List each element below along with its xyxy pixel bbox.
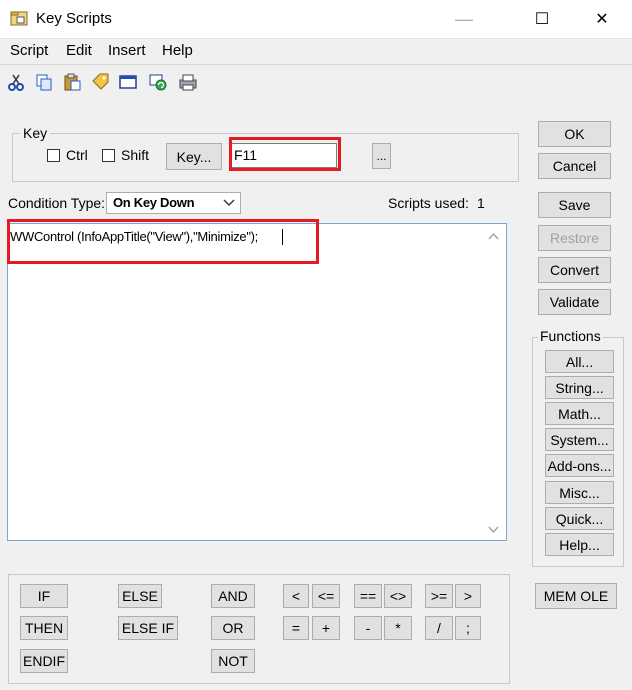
cancel-button[interactable]: Cancel — [538, 153, 611, 179]
op-elseif-button[interactable]: ELSE IF — [118, 616, 178, 640]
op-eq-button[interactable]: == — [354, 584, 382, 608]
convert-button[interactable]: Convert — [538, 257, 611, 283]
shift-label: Shift — [121, 147, 150, 163]
op-semicolon-button[interactable]: ; — [455, 616, 481, 640]
op-le-button[interactable]: <= — [312, 584, 340, 608]
ctrl-checkbox[interactable] — [47, 149, 60, 162]
shift-checkbox[interactable] — [102, 149, 115, 162]
op-div-button[interactable]: / — [425, 616, 453, 640]
key-button[interactable]: Key... — [166, 143, 222, 170]
ctrl-label: Ctrl — [66, 147, 88, 163]
op-if-button[interactable]: IF — [20, 584, 68, 608]
toolbar-separator — [0, 64, 632, 65]
condition-type-label: Condition Type: — [8, 195, 106, 211]
validate-button[interactable]: Validate — [538, 289, 611, 315]
script-editor[interactable] — [7, 223, 507, 541]
browse-button[interactable]: ... — [372, 143, 391, 169]
window-icon[interactable] — [118, 72, 138, 92]
window-title: Key Scripts — [36, 10, 112, 27]
op-and-button[interactable]: AND — [211, 584, 255, 608]
scripts-used-count: 1 — [477, 195, 485, 211]
op-lt-button[interactable]: < — [283, 584, 309, 608]
ok-button[interactable]: OK — [538, 121, 611, 147]
functions-help-button[interactable]: Help... — [545, 533, 614, 556]
chevron-down-icon — [223, 199, 235, 206]
mem-ole-button[interactable]: MEM OLE — [535, 583, 617, 609]
paste-icon[interactable] — [62, 72, 82, 92]
functions-system-button[interactable]: System... — [545, 428, 614, 451]
print-icon[interactable] — [178, 72, 198, 92]
op-gt-button[interactable]: > — [455, 584, 481, 608]
scroll-down-icon[interactable] — [488, 526, 499, 534]
op-or-button[interactable]: OR — [211, 616, 255, 640]
functions-misc-button[interactable]: Misc... — [545, 481, 614, 504]
op-then-button[interactable]: THEN — [20, 616, 68, 640]
functions-addons-button[interactable]: Add-ons... — [545, 454, 614, 477]
close-button[interactable]: ✕ — [578, 0, 626, 38]
op-mult-button[interactable]: * — [384, 616, 412, 640]
highlight-box-key — [229, 137, 341, 171]
scripts-used-label: Scripts used: — [388, 195, 469, 211]
menu-help[interactable]: Help — [162, 42, 193, 59]
refresh-icon[interactable] — [148, 72, 168, 92]
functions-label: Functions — [538, 328, 603, 344]
app-icon — [10, 11, 28, 26]
minimize-button[interactable]: — — [440, 0, 488, 38]
cut-icon[interactable] — [6, 72, 26, 92]
functions-quick-button[interactable]: Quick... — [545, 507, 614, 530]
functions-math-button[interactable]: Math... — [545, 402, 614, 425]
maximize-button[interactable]: ☐ — [518, 0, 566, 38]
restore-button[interactable]: Restore — [538, 225, 611, 251]
menu-script[interactable]: Script — [10, 42, 48, 59]
save-button[interactable]: Save — [538, 192, 611, 218]
op-minus-button[interactable]: - — [354, 616, 382, 640]
highlight-box-code — [7, 219, 319, 264]
op-not-button[interactable]: NOT — [211, 649, 255, 673]
menu-insert[interactable]: Insert — [108, 42, 146, 59]
op-assign-button[interactable]: = — [283, 616, 309, 640]
condition-type-value: On Key Down — [113, 195, 195, 210]
functions-string-button[interactable]: String... — [545, 376, 614, 399]
op-else-button[interactable]: ELSE — [118, 584, 162, 608]
op-endif-button[interactable]: ENDIF — [20, 649, 68, 673]
key-group-label: Key — [20, 125, 51, 141]
menu-edit[interactable]: Edit — [66, 42, 92, 59]
op-ge-button[interactable]: >= — [425, 584, 453, 608]
tag-icon[interactable] — [90, 72, 110, 92]
copy-icon[interactable] — [34, 72, 54, 92]
functions-all-button[interactable]: All... — [545, 350, 614, 373]
op-plus-button[interactable]: + — [312, 616, 340, 640]
op-ne-button[interactable]: <> — [384, 584, 412, 608]
scroll-up-icon[interactable] — [488, 232, 499, 240]
